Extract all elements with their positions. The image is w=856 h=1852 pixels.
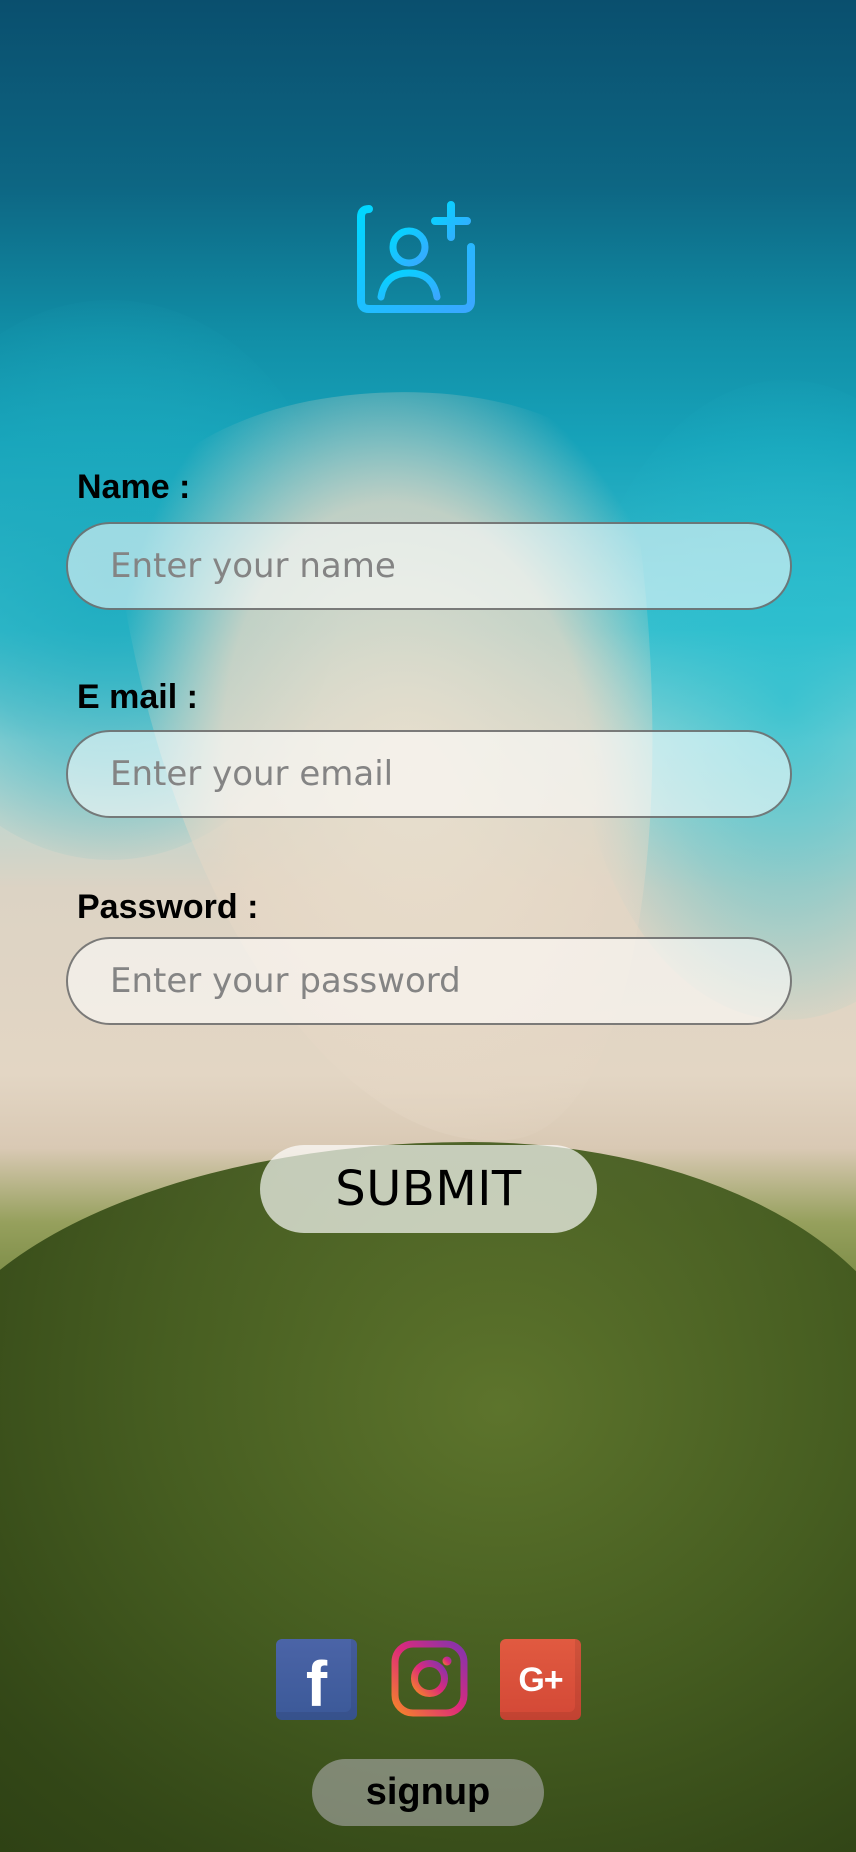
email-label: E mail :: [77, 678, 198, 716]
add-user-icon: [351, 195, 481, 325]
signup-screen: Name : E mail : Password : SUBMIT f: [0, 0, 856, 1852]
name-field[interactable]: [66, 522, 792, 610]
instagram-login-button[interactable]: [389, 1639, 470, 1720]
password-field[interactable]: [66, 937, 792, 1025]
name-label: Name :: [77, 468, 191, 506]
google-plus-login-button[interactable]: G+: [500, 1639, 581, 1720]
facebook-login-button[interactable]: f: [276, 1639, 357, 1720]
social-login-row: f G+: [276, 1639, 581, 1720]
google-plus-icon: G+: [518, 1660, 563, 1699]
password-input[interactable]: [108, 960, 790, 1002]
email-field[interactable]: [66, 730, 792, 818]
signup-button[interactable]: signup: [312, 1759, 544, 1826]
email-input[interactable]: [108, 753, 790, 795]
name-input[interactable]: [108, 545, 790, 587]
facebook-icon: f: [305, 1647, 328, 1720]
submit-button[interactable]: SUBMIT: [260, 1145, 597, 1233]
password-label: Password :: [77, 888, 259, 926]
instagram-icon: [389, 1638, 470, 1722]
